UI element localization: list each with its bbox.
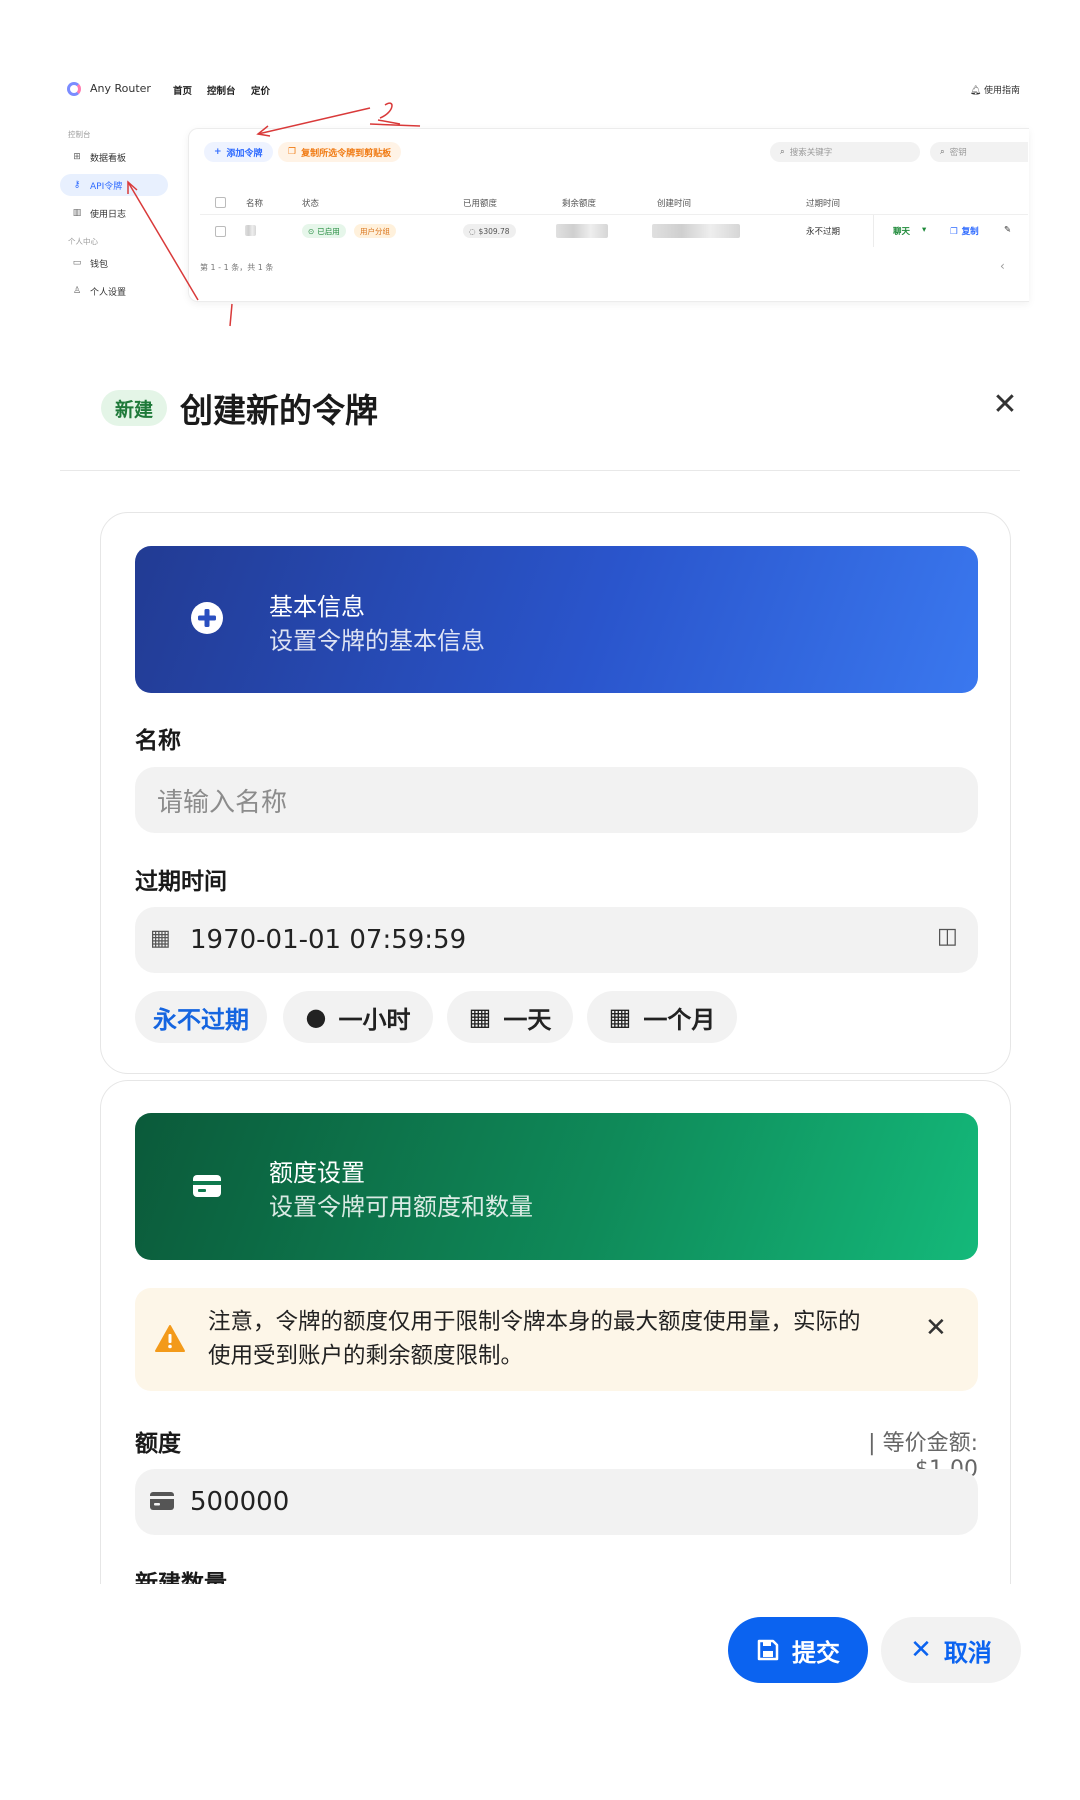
clock-icon: ● (305, 1003, 327, 1031)
nav-console[interactable]: 控制台 (207, 83, 236, 97)
bar-chart-icon: ▥ (72, 208, 82, 218)
usage-guide-link[interactable]: 🔔︎ 使用指南 (970, 83, 1020, 96)
chevron-down-icon[interactable]: ▾ (922, 225, 926, 235)
sidebar-item-api-tokens[interactable]: ⚷ API令牌 (60, 174, 168, 196)
quota-banner (135, 1113, 978, 1260)
close-icon[interactable]: ✕ (988, 387, 1022, 422)
column-header-remaining: 剩余额度 (562, 199, 597, 209)
copy-icon: ❐ (288, 147, 297, 157)
copy-icon: ❐ (950, 227, 958, 237)
quota-title: 额度设置 (269, 1159, 365, 1187)
pagination-info: 第 1 - 1 条，共 1 条 (200, 263, 274, 272)
redacted-remaining (556, 224, 608, 238)
plus-icon: + (214, 147, 222, 157)
save-icon (757, 1639, 779, 1661)
column-header-name: 名称 (246, 199, 264, 209)
add-token-button[interactable]: + 添加令牌 (204, 142, 273, 162)
name-label: 名称 (135, 728, 181, 754)
sidebar-item-wallet[interactable]: ▭ 钱包 (60, 252, 168, 274)
name-input[interactable]: 请输入名称 (135, 767, 978, 833)
sidebar-section-personal: 个人中心 (68, 237, 98, 246)
wallet-icon: ▭ (72, 258, 82, 268)
redacted-created (652, 224, 740, 238)
new-count-label-clip: 新建数量 (135, 1570, 235, 1584)
sidebar-item-dashboard[interactable]: ⊞ 数据看板 (60, 146, 168, 168)
quick-one-month[interactable]: ▦ 一个月 (587, 991, 737, 1043)
quick-one-hour[interactable]: ● 一小时 (283, 991, 433, 1043)
brand-name: Any Router (90, 82, 151, 95)
group-badge: 用户分组 (354, 224, 396, 238)
dismiss-notice-icon[interactable]: ✕ (925, 1313, 947, 1343)
quota-notice-text: 注意，令牌的额度仅用于限制令牌本身的最大额度使用量，实际的 使用受到账户的剩余额… (208, 1305, 908, 1373)
credit-card-icon (193, 1175, 221, 1197)
table-divider (200, 214, 1028, 215)
bell-icon: 🔔︎ (969, 86, 984, 96)
user-icon: ♙ (72, 286, 82, 296)
quota-subtitle: 设置令牌可用额度和数量 (269, 1193, 533, 1221)
search-keyword-input[interactable]: ⌕ 搜索关键字 (770, 142, 920, 162)
quota-amount-input[interactable]: 500000 (135, 1469, 978, 1535)
search-icon: ⌕ (940, 147, 945, 157)
status-badge: ⊙ 已启用 (302, 224, 346, 238)
new-count-label: 新建数量 (135, 1571, 227, 1584)
search-icon: ⌕ (780, 147, 785, 157)
chat-button[interactable]: 聊天 (893, 225, 910, 237)
quota-amount-label: 额度 (135, 1431, 181, 1457)
copy-selected-button[interactable]: ❐ 复制所选令牌到剪贴板 (278, 142, 402, 162)
prev-page-icon[interactable]: ‹ (1000, 259, 1005, 273)
quick-never-expire[interactable]: 永不过期 (135, 991, 267, 1043)
copy-button[interactable]: ❐ 复制 (950, 225, 979, 237)
close-icon: ✕ (910, 1635, 932, 1665)
coin-icon: ◌ (469, 226, 476, 236)
redacted-name (245, 225, 256, 236)
sidebar-section-console: 控制台 (68, 130, 91, 139)
credit-card-icon (150, 1492, 174, 1510)
calendar-icon: ▦ (468, 1003, 492, 1031)
calendar-clock-icon[interactable]: ◫ (937, 924, 958, 949)
action-column-divider (873, 215, 874, 247)
nav-pricing[interactable]: 定价 (251, 83, 270, 97)
column-header-created: 创建时间 (657, 199, 692, 209)
calendar-icon: ▦ (150, 926, 171, 951)
header-divider (60, 470, 1020, 471)
expire-datetime-input[interactable]: 1970-01-01 07:59:59 (135, 907, 978, 973)
basic-info-banner (135, 546, 978, 693)
select-all-checkbox[interactable] (215, 197, 226, 208)
notice-line-2: 使用受到账户的剩余额度限制。 (208, 1343, 524, 1369)
any-router-logo-icon (67, 82, 81, 96)
key-icon: ⚷ (73, 180, 81, 190)
plus-circle-icon (191, 602, 223, 634)
edit-icon[interactable]: ✎ (1004, 225, 1011, 235)
new-badge: 新建 (101, 390, 167, 426)
reference-screenshot: Any Router 首页 控制台 定价 🔔︎ 使用指南 控制台 ⊞ 数据看板 ⚷… (0, 0, 1080, 340)
used-quota-badge: ◌ $309.78 (463, 224, 516, 238)
cancel-button[interactable]: ✕ 取消 (881, 1617, 1021, 1683)
nav-home[interactable]: 首页 (173, 83, 192, 97)
column-header-status: 状态 (302, 199, 320, 209)
grid-icon: ⊞ (73, 152, 81, 162)
calendar-icon: ▦ (608, 1003, 632, 1031)
search-key-input[interactable]: ⌕ 密钥 (930, 142, 1028, 162)
annotation-number-2 (377, 102, 401, 125)
expire-value: 永不过期 (806, 227, 841, 237)
basic-info-subtitle: 设置令牌的基本信息 (269, 627, 485, 655)
submit-button[interactable]: 提交 (728, 1617, 868, 1683)
expire-label: 过期时间 (135, 869, 227, 895)
row-checkbox[interactable] (215, 226, 226, 237)
warning-icon (155, 1325, 185, 1352)
modal-title: 创建新的令牌 (180, 391, 378, 430)
basic-info-title: 基本信息 (269, 593, 365, 621)
column-header-used: 已用额度 (463, 199, 498, 209)
check-circle-icon: ⊙ (308, 226, 315, 236)
notice-line-1: 注意，令牌的额度仅用于限制令牌本身的最大额度使用量，实际的 (208, 1309, 861, 1335)
sidebar-item-profile[interactable]: ♙ 个人设置 (60, 280, 168, 302)
quick-one-day[interactable]: ▦ 一天 (447, 991, 573, 1043)
sidebar-item-usage-log[interactable]: ▥ 使用日志 (60, 202, 168, 224)
column-header-expire: 过期时间 (806, 199, 841, 209)
